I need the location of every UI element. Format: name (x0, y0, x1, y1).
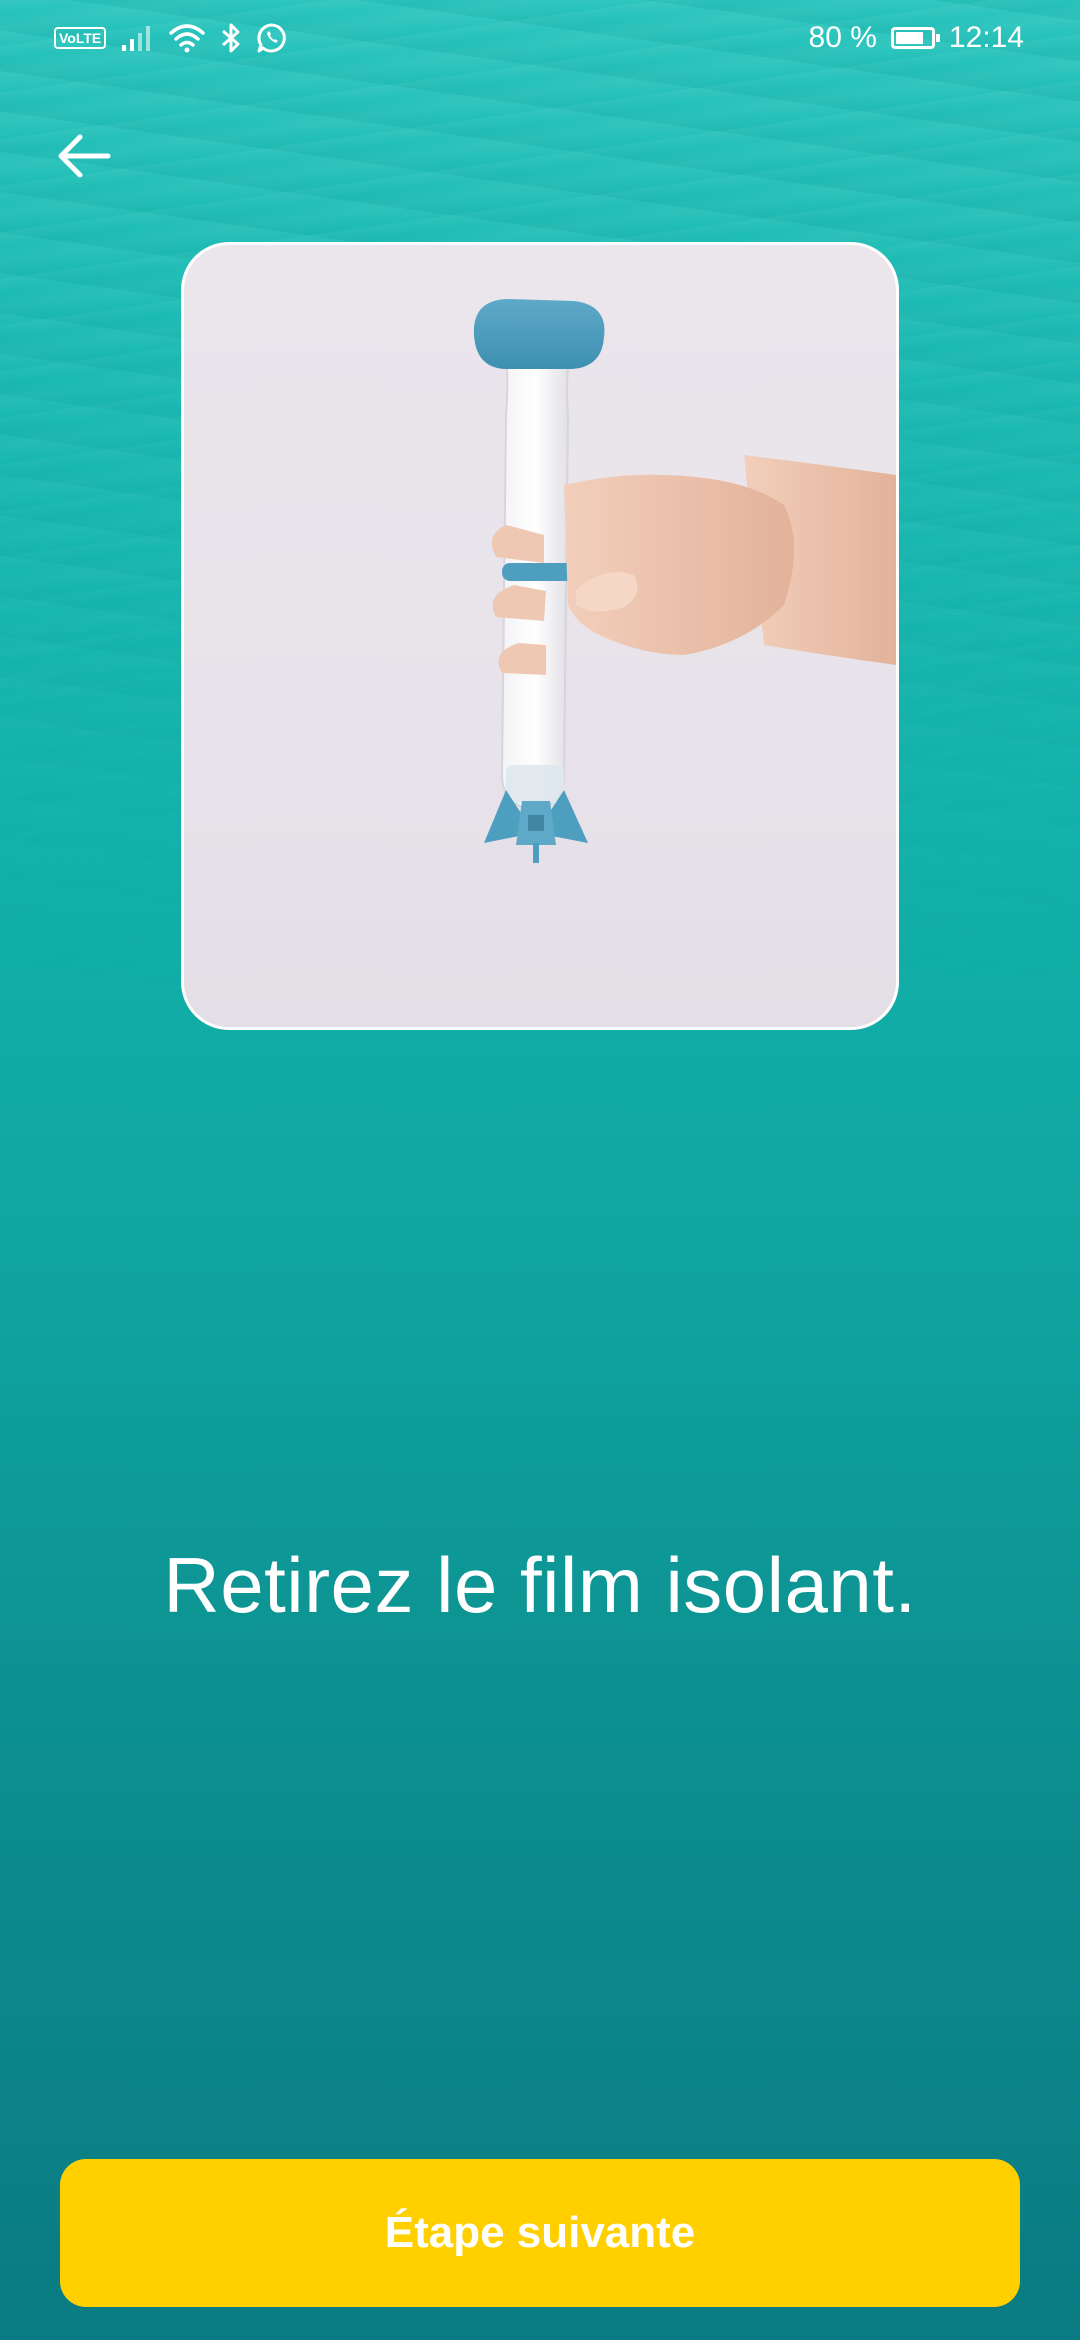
wifi-icon (169, 24, 206, 53)
status-right-info: 80 % 12:14 (809, 18, 1024, 58)
battery-percentage: 80 % (808, 21, 877, 54)
instruction-text: Retirez le film isolant. (163, 1541, 917, 1629)
volte-icon: VoLTE (54, 27, 107, 49)
status-bar: VoLTE 80 % 12:14 (0, 0, 1080, 76)
signal-icon (122, 26, 151, 51)
battery-icon (890, 27, 940, 49)
product-photo (473, 299, 896, 863)
clock-time: 12:14 (948, 21, 1024, 54)
back-button[interactable] (40, 112, 128, 200)
product-image-card (181, 242, 899, 1030)
bluetooth-icon (222, 23, 240, 53)
next-step-button[interactable]: Étape suivante (60, 2159, 1020, 2307)
arrow-left-icon (58, 134, 111, 178)
battery-level-fill (895, 32, 924, 44)
status-left-icons: VoLTE (54, 20, 288, 56)
whatsapp-icon (257, 23, 287, 53)
